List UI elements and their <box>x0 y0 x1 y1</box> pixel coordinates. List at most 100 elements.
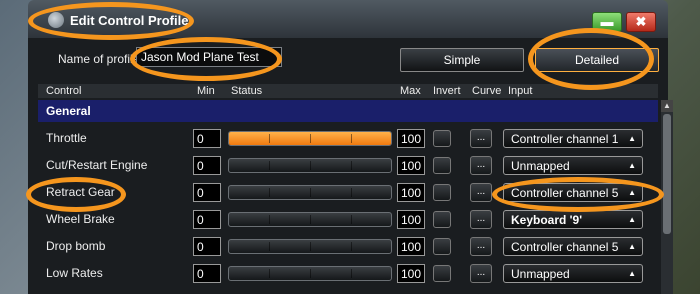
curve-button[interactable]: ... <box>470 237 492 256</box>
group-label: General <box>46 104 91 118</box>
bar-tick <box>269 215 270 224</box>
control-label: Cut/Restart Engine <box>46 158 148 172</box>
status-bar <box>228 239 392 254</box>
max-input[interactable]: 100 <box>397 156 425 175</box>
minimize-button[interactable]: ▬ <box>592 12 622 32</box>
bar-tick <box>351 134 352 143</box>
control-label: Low Rates <box>46 266 103 280</box>
curve-button[interactable]: ... <box>470 210 492 229</box>
scroll-thumb[interactable] <box>663 114 671 234</box>
table-header: Control Min Status Max Invert Curve Inpu… <box>38 84 658 98</box>
dropdown-arrow-icon: ▲ <box>628 269 636 278</box>
bar-tick <box>310 188 311 197</box>
table-row: Wheel Brake 0 100... Keyboard '9' ▲ <box>38 206 658 233</box>
controls-table: Control Min Status Max Invert Curve Inpu… <box>38 84 658 294</box>
dropdown-arrow-icon: ▲ <box>628 242 636 251</box>
control-label: Wheel Brake <box>46 212 115 226</box>
table-row: Cut/Restart Engine 0 100... Unmapped ▲ <box>38 152 658 179</box>
group-header: General <box>38 100 658 122</box>
max-input[interactable]: 100 <box>397 129 425 148</box>
table-row: Retract Gear 0 100... Controller channel 5 ▲ <box>38 179 658 206</box>
bar-tick <box>310 134 311 143</box>
bar-tick <box>351 269 352 278</box>
simple-mode-button[interactable]: Simple <box>400 48 524 72</box>
min-input[interactable]: 0 <box>193 237 221 256</box>
status-bar <box>228 266 392 281</box>
dropdown-arrow-icon: ▲ <box>628 134 636 143</box>
invert-checkbox[interactable] <box>433 184 451 201</box>
max-input[interactable]: 100 <box>397 264 425 283</box>
bar-tick <box>310 269 311 278</box>
detailed-mode-button[interactable]: Detailed <box>535 48 659 72</box>
status-bar <box>228 212 392 227</box>
control-label: Throttle <box>46 131 87 145</box>
profile-name-input[interactable] <box>136 47 282 67</box>
control-label: Drop bomb <box>46 239 106 253</box>
min-input[interactable]: 0 <box>193 156 221 175</box>
invert-checkbox[interactable] <box>433 265 451 282</box>
min-input[interactable]: 0 <box>193 129 221 148</box>
status-bar <box>228 158 392 173</box>
input-dropdown[interactable]: Unmapped ▲ <box>503 264 643 283</box>
column-control: Control <box>46 85 82 97</box>
bar-tick <box>269 188 270 197</box>
close-button[interactable]: ✖ <box>626 12 656 32</box>
curve-button[interactable]: ... <box>470 156 492 175</box>
dropdown-arrow-icon: ▲ <box>628 215 636 224</box>
min-input[interactable]: 0 <box>193 210 221 229</box>
curve-button[interactable]: ... <box>470 183 492 202</box>
column-input: Input <box>508 85 533 97</box>
input-dropdown[interactable]: Controller channel 5 ▲ <box>503 183 643 202</box>
input-dropdown-value: Unmapped <box>511 159 570 173</box>
column-status: Status <box>231 85 263 97</box>
input-dropdown-value: Controller channel 5 <box>511 186 619 200</box>
table-row: Drop bomb 0 100... Controller channel 5 ▲ <box>38 233 658 260</box>
input-dropdown[interactable]: Unmapped ▲ <box>503 156 643 175</box>
curve-button[interactable]: ... <box>470 264 492 283</box>
bar-tick <box>310 161 311 170</box>
status-bar <box>228 131 392 146</box>
min-input[interactable]: 0 <box>193 183 221 202</box>
column-curve: Curve <box>472 85 502 97</box>
camera-icon <box>48 12 64 28</box>
scrollbar[interactable]: ▲ <box>661 100 673 294</box>
invert-checkbox[interactable] <box>433 130 451 147</box>
input-dropdown-value: Unmapped <box>511 267 570 281</box>
profile-name-label: Name of profile <box>58 52 140 66</box>
invert-checkbox[interactable] <box>433 238 451 255</box>
bar-tick <box>310 242 311 251</box>
dropdown-arrow-icon: ▲ <box>628 161 636 170</box>
bar-tick <box>269 242 270 251</box>
table-row: Throttle 0 100... Controller channel 1 ▲ <box>38 125 658 152</box>
bar-tick <box>269 134 270 143</box>
max-input[interactable]: 100 <box>397 183 425 202</box>
input-dropdown[interactable]: Controller channel 1 ▲ <box>503 129 643 148</box>
input-dropdown[interactable]: Keyboard '9' ▲ <box>503 210 643 229</box>
input-dropdown-value: Controller channel 5 <box>511 240 619 254</box>
window-title: Edit Control Profile <box>70 13 189 28</box>
curve-button[interactable]: ... <box>470 129 492 148</box>
bar-tick <box>351 161 352 170</box>
bar-tick <box>310 215 311 224</box>
bar-tick <box>351 215 352 224</box>
table-row: Low Rates 0 100... Unmapped ▲ <box>38 260 658 287</box>
column-max: Max <box>400 85 421 97</box>
control-label: Retract Gear <box>46 185 115 199</box>
input-dropdown[interactable]: Controller channel 5 ▲ <box>503 237 643 256</box>
invert-checkbox[interactable] <box>433 157 451 174</box>
column-min: Min <box>197 85 215 97</box>
bar-tick <box>351 242 352 251</box>
max-input[interactable]: 100 <box>397 237 425 256</box>
bar-tick <box>351 188 352 197</box>
max-input[interactable]: 100 <box>397 210 425 229</box>
dropdown-arrow-icon: ▲ <box>628 188 636 197</box>
bar-tick <box>269 161 270 170</box>
input-dropdown-value: Controller channel 1 <box>511 132 619 146</box>
bar-tick <box>269 269 270 278</box>
invert-checkbox[interactable] <box>433 211 451 228</box>
input-dropdown-value: Keyboard '9' <box>511 213 583 227</box>
status-bar <box>228 185 392 200</box>
min-input[interactable]: 0 <box>193 264 221 283</box>
column-invert: Invert <box>433 85 461 97</box>
scroll-up-arrow-icon[interactable]: ▲ <box>661 100 673 112</box>
